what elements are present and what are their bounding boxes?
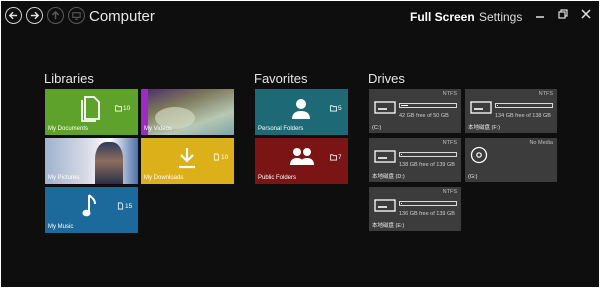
tile-personal-folders[interactable]: 5 Personal Folders — [255, 89, 348, 135]
filesystem-label: No Media — [529, 140, 553, 146]
full-screen-button[interactable]: Full Screen — [410, 10, 475, 24]
usage-fill — [401, 105, 408, 106]
person-icon — [292, 99, 310, 119]
settings-button[interactable]: Settings — [479, 10, 522, 24]
free-space-text: 134 GB free of 138 GB — [495, 113, 551, 119]
item-count: 10 — [213, 153, 228, 161]
filesystem-label: NTFS — [442, 140, 457, 146]
drive-e[interactable]: NTFS 136 GB free of 139 GB 本地磁盘 (E:) — [369, 187, 461, 231]
restore-icon[interactable] — [556, 7, 570, 21]
tile-public-folders[interactable]: 7 Public Folders — [255, 138, 348, 184]
folder-icon — [115, 105, 122, 112]
document-icon — [81, 96, 100, 122]
drive-name: (G:) — [468, 174, 478, 180]
filesystem-label: NTFS — [442, 91, 457, 97]
tile-my-music[interactable]: 15 My Music — [45, 187, 138, 233]
hard-drive-icon — [374, 150, 396, 163]
free-space-text: 136 GB free of 139 GB — [399, 211, 455, 217]
item-count: 10 — [115, 104, 130, 112]
drive-g[interactable]: No Media (G:) — [465, 138, 557, 182]
minimize-icon[interactable] — [533, 7, 547, 21]
tile-my-videos[interactable]: My Videos — [141, 89, 234, 135]
drive-name: 本地磁盘 (E:) — [372, 223, 405, 229]
arrow-left-icon — [8, 11, 18, 20]
drive-c[interactable]: NTFS 42 GB free of 50 GB (C:) — [369, 89, 461, 133]
usage-bar — [399, 103, 457, 108]
usage-bar — [399, 201, 457, 206]
tile-label: My Documents — [48, 126, 89, 132]
item-count: 5 — [330, 104, 342, 112]
usage-bar — [399, 152, 457, 157]
tile-label: Personal Folders — [258, 126, 304, 132]
home-button[interactable] — [68, 7, 85, 24]
filesystem-label: NTFS — [538, 91, 553, 97]
arrow-right-icon — [30, 11, 40, 20]
forward-button[interactable] — [26, 7, 43, 24]
drive-d[interactable]: NTFS 138 GB free of 139 GB 本地磁盘 (D:) — [369, 138, 461, 182]
monitor-icon — [72, 12, 81, 20]
tile-my-pictures[interactable]: My Pictures — [45, 138, 138, 184]
close-icon[interactable] — [579, 7, 593, 21]
music-note-icon — [82, 194, 96, 217]
hard-drive-icon — [374, 101, 396, 114]
download-icon — [179, 148, 195, 169]
back-button[interactable] — [5, 7, 22, 24]
tile-label: My Pictures — [48, 175, 80, 181]
tile-my-downloads[interactable]: 10 My Downloads — [141, 138, 234, 184]
picture-thumbnail — [95, 142, 123, 184]
tile-label: My Downloads — [144, 175, 184, 181]
up-button[interactable] — [47, 7, 64, 24]
folder-icon — [330, 154, 337, 161]
file-icon — [117, 202, 124, 210]
usage-bar — [495, 103, 553, 108]
hard-drive-icon — [470, 101, 492, 114]
drive-name: 本地磁盘 (F:) — [468, 125, 501, 131]
drives-heading: Drives — [368, 71, 405, 86]
app-window: Computer Full Screen Settings Libraries … — [1, 1, 599, 287]
optical-disc-icon — [470, 146, 488, 164]
libraries-heading: Libraries — [44, 71, 94, 86]
window-title: Computer — [89, 8, 155, 25]
favorites-heading: Favorites — [254, 71, 308, 86]
tile-my-documents[interactable]: 10 My Documents — [45, 89, 138, 135]
item-count: 7 — [330, 153, 342, 161]
file-icon — [213, 153, 220, 161]
filesystem-label: NTFS — [442, 189, 457, 195]
item-count: 15 — [117, 202, 132, 210]
hard-drive-icon — [374, 199, 396, 212]
top-bar: Computer Full Screen Settings — [1, 1, 599, 33]
tile-label: My Music — [48, 224, 74, 230]
tile-label: Public Folders — [258, 175, 297, 181]
drive-name: 本地磁盘 (D:) — [372, 174, 405, 180]
drive-name: (C:) — [372, 125, 382, 131]
arrow-up-icon — [51, 10, 60, 20]
free-space-text: 138 GB free of 139 GB — [399, 162, 455, 168]
folder-icon — [330, 105, 337, 112]
drive-f[interactable]: NTFS 134 GB free of 138 GB 本地磁盘 (F:) — [465, 89, 557, 133]
people-icon — [290, 148, 314, 165]
free-space-text: 42 GB free of 50 GB — [399, 113, 449, 119]
tile-label: My Videos — [144, 126, 172, 132]
